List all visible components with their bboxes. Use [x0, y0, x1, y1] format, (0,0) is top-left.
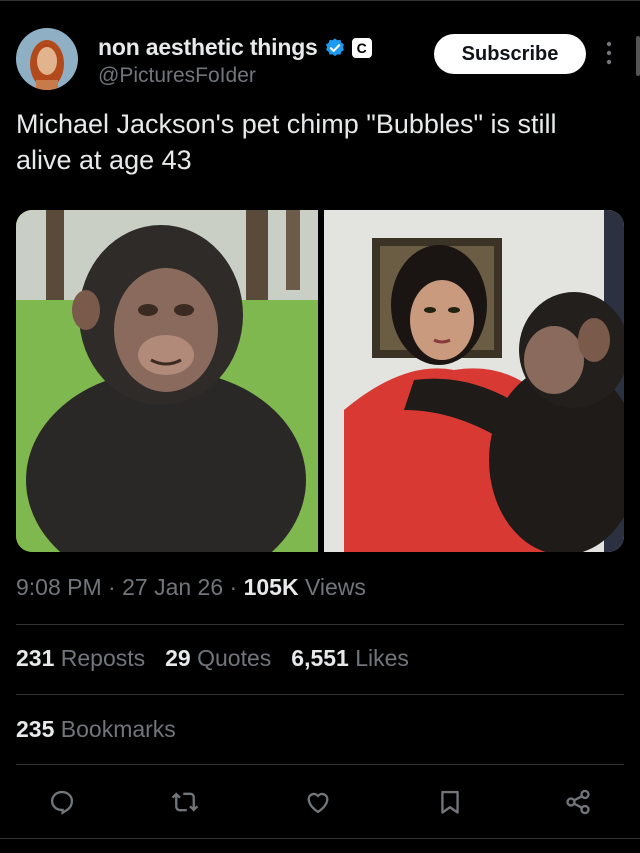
bookmarks-count: 235	[16, 716, 55, 742]
share-icon	[566, 789, 590, 815]
repost-button[interactable]	[165, 782, 205, 822]
share-button[interactable]	[558, 782, 598, 822]
more-options-icon[interactable]	[604, 38, 614, 68]
reposts-link[interactable]: 231 Reposts	[16, 645, 145, 672]
reply-button[interactable]	[42, 782, 82, 822]
likes-count: 6,551	[291, 645, 349, 671]
tweet-date[interactable]: 27 Jan 26	[122, 574, 223, 600]
michael-and-bubbles-photo[interactable]	[324, 210, 624, 552]
scrollbar[interactable]	[636, 36, 640, 76]
meta-separator: ·	[108, 574, 123, 600]
likes-link[interactable]: 6,551 Likes	[291, 645, 409, 672]
tweet-text: Michael Jackson's pet chimp "Bubbles" is…	[16, 109, 557, 175]
reposts-label: Reposts	[60, 645, 146, 671]
engagement-stats: 231 Reposts 29 Quotes 6,551 Likes	[16, 645, 409, 672]
display-name[interactable]: non aesthetic things	[98, 34, 318, 61]
verified-badge-icon[interactable]	[324, 37, 346, 59]
subscribe-button[interactable]: Subscribe	[434, 34, 586, 74]
divider	[16, 694, 624, 695]
bookmark-icon	[441, 790, 459, 814]
top-divider	[0, 0, 640, 1]
bookmarks-label: Bookmarks	[60, 716, 176, 742]
divider	[16, 764, 624, 765]
repost-icon	[171, 792, 199, 812]
tweet-header: non aesthetic things C @PicturesFoIder S…	[16, 28, 624, 92]
name-row: non aesthetic things C	[98, 34, 372, 61]
likes-label: Likes	[355, 645, 409, 671]
quotes-count: 29	[165, 645, 191, 671]
affiliate-badge-icon[interactable]: C	[351, 37, 372, 58]
bookmark-button[interactable]	[430, 782, 470, 822]
tweet-meta: 9:08 PM · 27 Jan 26 · 105K Views	[16, 574, 366, 601]
chimp-photo[interactable]	[16, 210, 318, 552]
quotes-label: Quotes	[197, 645, 272, 671]
bookmarks-link[interactable]: 235 Bookmarks	[16, 716, 176, 743]
bottom-divider	[0, 838, 640, 839]
divider	[16, 624, 624, 625]
reply-icon	[50, 790, 74, 815]
user-handle[interactable]: @PicturesFoIder	[98, 64, 256, 88]
views-count: 105K	[243, 574, 299, 600]
like-button[interactable]	[298, 782, 338, 822]
quotes-link[interactable]: 29 Quotes	[165, 645, 271, 672]
action-bar	[0, 782, 640, 822]
tweet-media	[16, 210, 624, 552]
avatar[interactable]	[16, 28, 78, 90]
meta-separator: ·	[229, 574, 244, 600]
views-label: Views	[304, 574, 366, 600]
tweet-time[interactable]: 9:08 PM	[16, 574, 102, 600]
like-icon	[307, 792, 329, 814]
reposts-count: 231	[16, 645, 55, 671]
